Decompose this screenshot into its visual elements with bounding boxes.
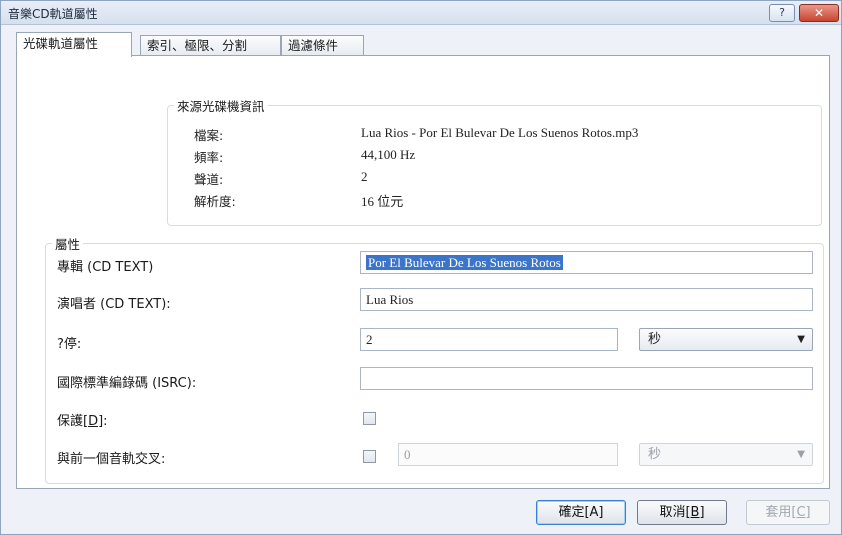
pause-unit-value: 秒 xyxy=(648,332,662,347)
title-bar[interactable]: 音樂CD軌道屬性 ? ✕ xyxy=(1,1,841,25)
apply-button-key: [C] xyxy=(791,505,811,520)
close-icon: ✕ xyxy=(813,6,825,20)
artist-input[interactable]: Lua Rios xyxy=(360,288,813,311)
channels-value: 2 xyxy=(361,169,368,184)
crossfade-unit-value: 秒 xyxy=(648,447,662,462)
source-info-group: 來源光碟機資訊 檔案: Lua Rios - Por El Bulevar De… xyxy=(167,96,822,226)
artist-label: 演唱者 (CD TEXT): xyxy=(57,297,171,312)
pause-input[interactable]: 2 xyxy=(360,328,618,351)
isrc-label: 國際標準編錄碼 (ISRC): xyxy=(57,376,197,391)
protect-checkbox[interactable] xyxy=(363,412,376,425)
cancel-button-label: 取消 xyxy=(659,505,686,520)
cancel-button-key: [B] xyxy=(685,505,705,520)
tab-disc-track-properties[interactable]: 光碟軌道屬性 xyxy=(16,32,132,57)
protect-label-colon: : xyxy=(103,414,108,429)
source-info-legend: 來源光碟機資訊 xyxy=(177,99,265,114)
album-input-value: Por El Bulevar De Los Suenos Rotos xyxy=(366,255,563,270)
tab-index-limit-split[interactable]: 索引、極限、分割 xyxy=(140,35,281,56)
file-value: Lua Rios - Por El Bulevar De Los Suenos … xyxy=(361,125,639,140)
pause-label: ?停: xyxy=(57,337,82,352)
frequency-label: 頻率: xyxy=(194,150,224,165)
close-button[interactable]: ✕ xyxy=(799,4,839,22)
crossfade-input[interactable]: 0 xyxy=(398,443,618,466)
pause-unit-select[interactable]: 秒 ▼ xyxy=(639,328,813,351)
help-icon: ? xyxy=(779,6,785,19)
attributes-legend: 屬性 xyxy=(55,237,81,252)
album-label: 專輯 (CD TEXT) xyxy=(57,260,154,275)
ok-button[interactable]: 確定[A] xyxy=(536,500,626,525)
album-input[interactable]: Por El Bulevar De Los Suenos Rotos xyxy=(360,251,813,274)
chevron-down-icon: ▼ xyxy=(797,334,805,345)
channels-label: 聲道: xyxy=(194,172,224,187)
protect-label: 保護[D]: xyxy=(57,410,108,429)
frequency-value: 44,100 Hz xyxy=(361,147,416,162)
protect-label-text: 保護 xyxy=(57,414,84,429)
window-title: 音樂CD軌道屬性 xyxy=(8,7,98,21)
file-label: 檔案: xyxy=(194,128,224,143)
crossfade-label: 與前一個音軌交叉: xyxy=(57,452,166,467)
chevron-down-icon: ▼ xyxy=(797,449,805,460)
help-button[interactable]: ? xyxy=(769,4,795,22)
protect-label-key: [D] xyxy=(83,414,104,429)
apply-button[interactable]: 套用[C] xyxy=(746,500,830,525)
tab-panel: 來源光碟機資訊 檔案: Lua Rios - Por El Bulevar De… xyxy=(16,55,830,489)
apply-button-label: 套用 xyxy=(765,505,792,520)
crossfade-unit-select[interactable]: 秒 ▼ xyxy=(639,443,813,466)
dialog-window: 音樂CD軌道屬性 ? ✕ 光碟軌道屬性 索引、極限、分割 過濾條件 來源光碟機資… xyxy=(0,0,842,535)
resolution-value: 16 位元 xyxy=(361,194,404,209)
cancel-button[interactable]: 取消[B] xyxy=(637,500,727,525)
resolution-label: 解析度: xyxy=(194,194,236,209)
tab-filter-conditions[interactable]: 過濾條件 xyxy=(281,35,364,56)
crossfade-checkbox[interactable] xyxy=(363,450,376,463)
isrc-input[interactable] xyxy=(360,367,813,390)
